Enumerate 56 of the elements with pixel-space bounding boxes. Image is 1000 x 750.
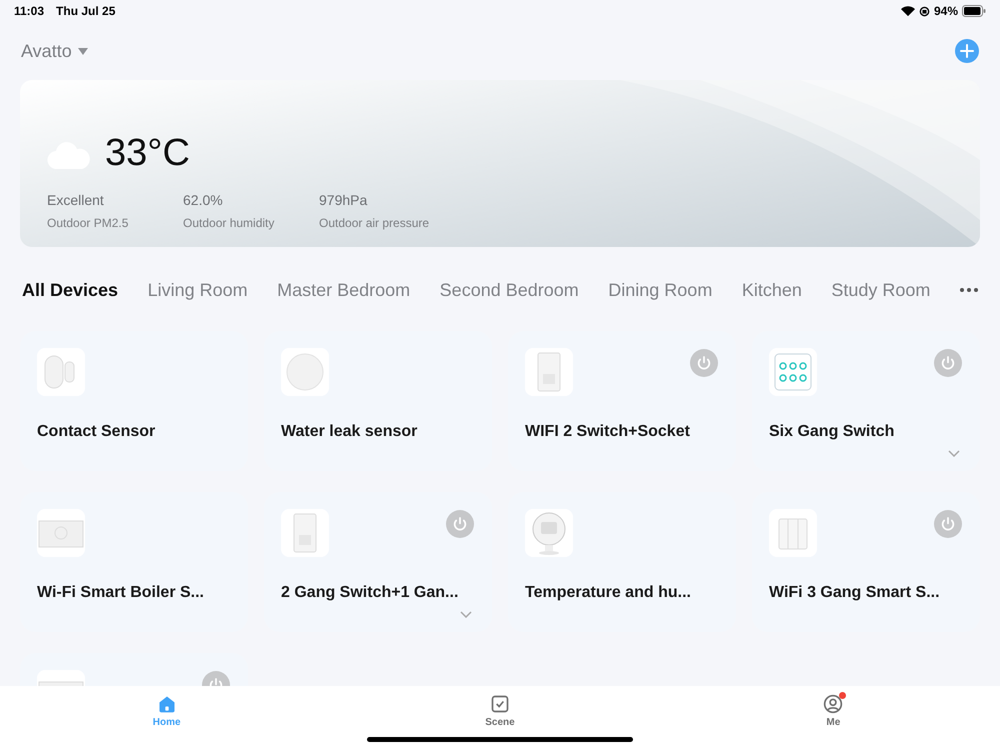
chevron-down-icon[interactable] <box>460 611 472 618</box>
stat-label: Outdoor humidity <box>183 215 276 232</box>
device-name: 2 Gang Switch+1 Gan... <box>281 583 460 603</box>
power-icon <box>940 516 956 532</box>
tab-bar-item[interactable]: Scene <box>333 686 667 750</box>
power-button[interactable] <box>934 349 962 377</box>
power-icon <box>452 516 468 532</box>
device-name: Six Gang Switch <box>769 422 896 442</box>
device-image <box>769 348 817 396</box>
device-image <box>281 509 329 557</box>
home-icon <box>156 694 177 714</box>
device-name: Wi-Fi Smart Boiler S... <box>37 583 205 603</box>
caret-down-icon <box>78 48 88 54</box>
power-button[interactable] <box>934 510 962 538</box>
battery-percent: 94% <box>934 3 958 20</box>
power-button[interactable] <box>690 349 718 377</box>
room-tab[interactable]: Second Bedroom <box>440 276 579 304</box>
stat-value: Excellent <box>47 191 105 210</box>
chevron-down-icon[interactable] <box>948 450 960 457</box>
power-icon <box>940 355 956 371</box>
device-name: Water leak sensor <box>281 422 418 442</box>
stat-value: 979hPa <box>319 191 368 210</box>
device-name: Contact Sensor <box>37 422 156 442</box>
power-button[interactable] <box>446 510 474 538</box>
device-image <box>769 509 817 557</box>
tab-bar-item[interactable]: Me <box>666 686 1000 750</box>
device-name: WiFi 3 Gang Smart S... <box>769 583 941 603</box>
room-tab[interactable]: Living Room <box>148 276 248 304</box>
device-name: Temperature and hu... <box>525 583 692 603</box>
status-time: 11:03 <box>14 3 44 20</box>
status-date: Thu Jul 25 <box>56 3 116 20</box>
room-tab[interactable]: Study Room <box>831 276 930 304</box>
tab-bar-item[interactable]: Home <box>0 686 334 750</box>
device-image <box>281 348 329 396</box>
room-tab[interactable]: All Devices <box>22 276 118 304</box>
stat-label: Outdoor PM2.5 <box>47 215 130 232</box>
device-image <box>37 348 85 396</box>
power-icon <box>696 355 712 371</box>
device-name: WIFI 2 Switch+Socket <box>525 422 691 442</box>
stat-value: 62.0% <box>183 191 224 210</box>
device-image <box>525 509 573 557</box>
more-icon[interactable] <box>960 288 978 292</box>
stat-label: Outdoor air pressure <box>319 215 430 232</box>
checkbox-icon <box>490 694 510 714</box>
wifi-icon <box>900 6 915 16</box>
device-image <box>525 348 573 396</box>
room-tab[interactable]: Dining Room <box>608 276 712 304</box>
add-button[interactable] <box>955 39 979 63</box>
user-icon <box>823 694 844 714</box>
battery-icon <box>962 5 986 17</box>
room-tab[interactable]: Master Bedroom <box>277 276 410 304</box>
room-tab[interactable]: Kitchen <box>742 276 802 304</box>
temperature: 33°C <box>105 131 190 176</box>
plus-icon <box>960 44 974 58</box>
device-image <box>37 509 85 557</box>
home-selector[interactable]: Avatto <box>21 38 88 64</box>
